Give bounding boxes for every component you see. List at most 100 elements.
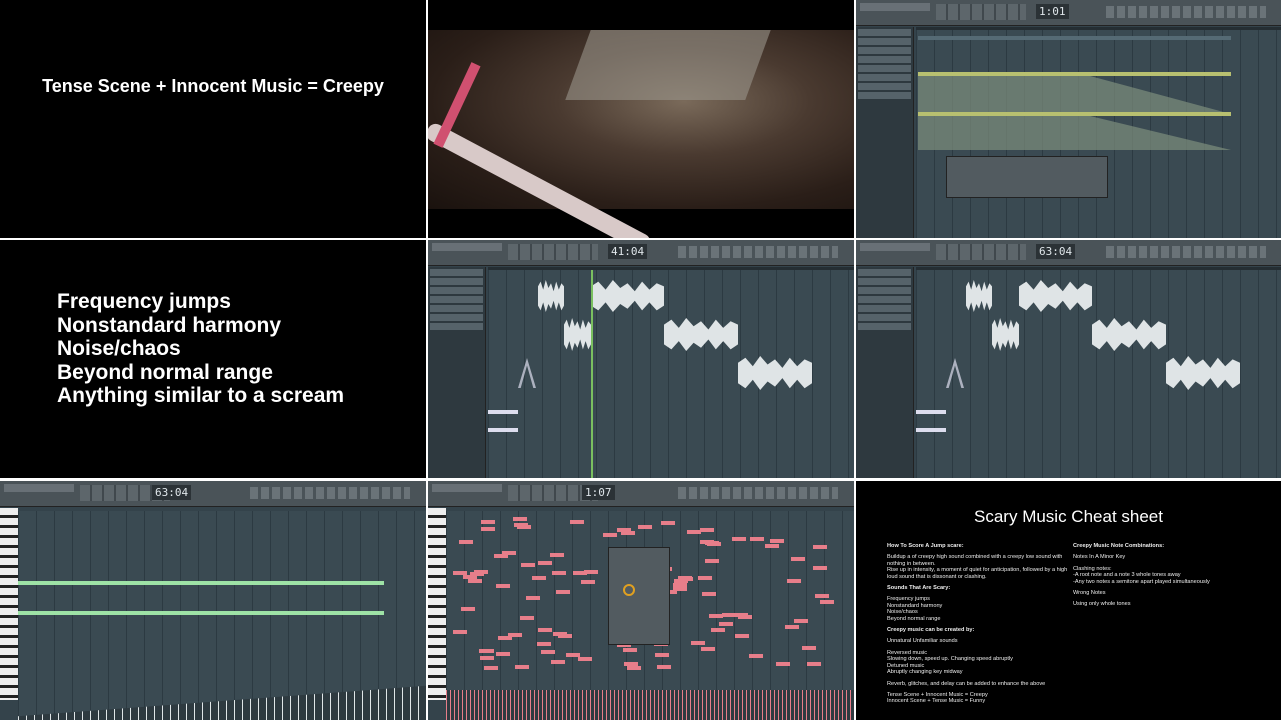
note[interactable] — [501, 550, 516, 555]
note[interactable] — [627, 665, 642, 670]
plugin-window[interactable] — [608, 547, 670, 645]
note[interactable] — [710, 627, 725, 632]
note[interactable] — [687, 529, 702, 534]
note[interactable] — [700, 647, 715, 652]
note[interactable] — [483, 665, 498, 670]
note[interactable] — [556, 590, 571, 595]
note[interactable] — [463, 575, 478, 580]
note[interactable] — [520, 562, 535, 567]
note[interactable] — [495, 583, 510, 588]
note[interactable] — [819, 600, 834, 605]
note[interactable] — [790, 556, 805, 561]
note[interactable] — [617, 528, 632, 533]
note[interactable] — [603, 533, 618, 538]
note[interactable] — [459, 540, 474, 545]
time-readout: 41:04 — [608, 244, 648, 259]
note[interactable] — [551, 660, 566, 665]
note[interactable] — [552, 631, 567, 636]
note[interactable] — [802, 646, 817, 651]
note[interactable] — [691, 641, 706, 646]
thumb-movie-scene[interactable] — [428, 0, 854, 238]
note[interactable] — [705, 559, 720, 564]
note[interactable] — [540, 649, 555, 654]
note[interactable] — [572, 570, 587, 575]
note[interactable] — [722, 612, 737, 617]
note[interactable] — [537, 561, 552, 566]
knob[interactable] — [623, 584, 635, 596]
note[interactable] — [538, 627, 553, 632]
note[interactable] — [697, 575, 712, 580]
thumb-daw-piano-roll-1[interactable]: 63:04 — [0, 481, 426, 720]
piano-keyboard[interactable] — [0, 508, 18, 700]
note[interactable] — [481, 520, 496, 525]
note[interactable] — [550, 552, 565, 557]
note[interactable] — [814, 594, 829, 599]
note[interactable] — [623, 647, 638, 652]
note[interactable] — [677, 576, 692, 581]
note[interactable] — [699, 528, 714, 533]
note[interactable] — [479, 649, 494, 654]
thumb-title-slide[interactable]: Tense Scene + Innocent Music = Creepy — [0, 0, 426, 238]
note[interactable] — [580, 579, 595, 584]
channel-settings-dialog[interactable] — [946, 156, 1108, 198]
note[interactable] — [526, 596, 541, 601]
note[interactable] — [481, 527, 496, 532]
note[interactable] — [750, 537, 765, 542]
thumb-daw-automation[interactable]: 1:01 — [856, 0, 1281, 238]
note[interactable] — [655, 652, 670, 657]
note[interactable] — [813, 545, 828, 550]
note[interactable] — [732, 536, 747, 541]
note[interactable] — [786, 579, 801, 584]
note[interactable] — [453, 630, 468, 635]
note[interactable] — [551, 570, 566, 575]
channel-sidebar — [856, 27, 914, 238]
note[interactable] — [749, 654, 764, 659]
note[interactable] — [770, 538, 785, 543]
note[interactable] — [708, 614, 723, 619]
velocity-lane[interactable] — [446, 690, 854, 720]
note[interactable] — [468, 578, 483, 583]
note[interactable] — [657, 665, 672, 670]
note[interactable] — [735, 634, 750, 639]
note[interactable] — [480, 655, 495, 660]
piano-keyboard[interactable] — [428, 508, 446, 700]
note[interactable] — [514, 522, 529, 527]
section-text: Tense Scene + Innocent Music = Creepy In… — [887, 691, 988, 705]
note[interactable] — [497, 635, 512, 640]
thumb-daw-piano-roll-2[interactable]: 1:07 — [428, 481, 854, 720]
note[interactable] — [707, 542, 722, 547]
thumb-cheat-sheet[interactable]: Scary Music Cheat sheet How To Score A J… — [856, 481, 1281, 720]
note[interactable] — [637, 524, 652, 529]
note[interactable] — [18, 581, 384, 585]
note[interactable] — [812, 565, 827, 570]
note[interactable] — [578, 656, 593, 661]
note[interactable] — [531, 576, 546, 581]
note[interactable] — [519, 615, 534, 620]
note[interactable] — [461, 607, 476, 612]
note[interactable] — [537, 641, 552, 646]
note[interactable] — [776, 662, 791, 667]
note[interactable] — [785, 625, 800, 630]
section-text: Notes In A Minor Key — [1073, 554, 1126, 561]
note[interactable] — [18, 611, 384, 615]
thumb-scary-sounds-slide[interactable]: Frequency jumps Nonstandard harmony Nois… — [0, 240, 426, 478]
thumb-daw-playlist-2[interactable]: 63:04 — [856, 240, 1281, 478]
note[interactable] — [512, 517, 527, 522]
note[interactable] — [794, 618, 809, 623]
note[interactable] — [701, 591, 716, 596]
note[interactable] — [566, 653, 581, 658]
note[interactable] — [673, 587, 688, 592]
playhead[interactable] — [591, 270, 593, 478]
note[interactable] — [806, 662, 821, 667]
note[interactable] — [660, 520, 675, 525]
note[interactable] — [495, 651, 510, 656]
cheat-sheet-left-column: How To Score A Jump scare: Buildup a of c… — [887, 543, 1077, 705]
note[interactable] — [765, 543, 780, 548]
note[interactable] — [569, 520, 584, 525]
note-clip — [488, 410, 518, 414]
thumb-daw-playlist-1[interactable]: 41:04 — [428, 240, 854, 478]
note[interactable] — [514, 664, 529, 669]
automation-clip-header — [918, 112, 1231, 116]
note[interactable] — [452, 570, 467, 575]
note[interactable] — [718, 621, 733, 626]
